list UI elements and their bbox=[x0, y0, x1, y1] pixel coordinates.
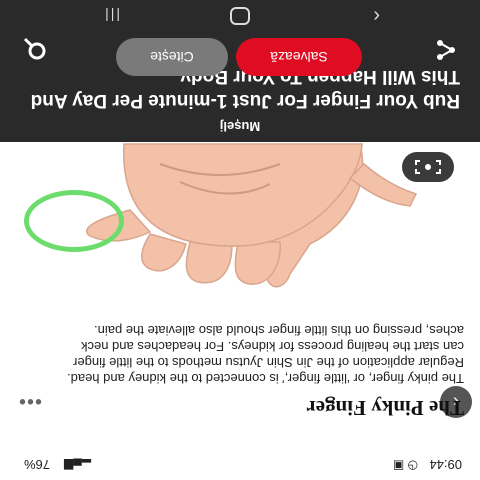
read-button[interactable]: Citește bbox=[116, 38, 228, 76]
search-icon bbox=[23, 37, 46, 60]
more-options-button[interactable]: ••• bbox=[18, 389, 42, 412]
clock: 09:44 bbox=[429, 457, 462, 472]
lens-scan-icon bbox=[415, 160, 441, 174]
article-body: The pinky finger, or ‘little finger,’ is… bbox=[67, 323, 464, 386]
nav-home-icon[interactable] bbox=[230, 7, 250, 25]
battery-level: 76% bbox=[24, 457, 51, 472]
status-bar: 09:44 ◷ ▣ ▂▄▆ 76% bbox=[0, 450, 480, 480]
lens-scan-button[interactable] bbox=[402, 152, 454, 182]
pin-header: Mușelj Rub Your Finger For Just 1-minute… bbox=[0, 30, 480, 142]
system-nav-bar: ‹ ||| bbox=[0, 0, 480, 30]
nav-recent-apps-icon[interactable]: ||| bbox=[102, 8, 120, 24]
nav-back-icon[interactable]: ‹ bbox=[362, 5, 380, 27]
hand-illustration bbox=[0, 142, 480, 304]
pin-headline: Rub Your Finger For Just 1-minute Per Da… bbox=[30, 66, 460, 111]
share-icon bbox=[437, 40, 455, 60]
rotated-screen: 09:44 ◷ ▣ ▂▄▆ 76% ‹ ••• The Pinky Finger… bbox=[0, 0, 480, 480]
article-title: The Pinky Finger bbox=[306, 396, 464, 420]
share-button[interactable] bbox=[434, 38, 458, 62]
pinky-highlight-ring bbox=[24, 190, 124, 252]
notification-icons: ◷ ▣ bbox=[392, 459, 418, 473]
save-button[interactable]: Salvează bbox=[236, 38, 362, 76]
signal-icon: ▂▄▆ bbox=[64, 459, 91, 473]
source-name: Mușelj bbox=[219, 119, 261, 134]
search-button[interactable] bbox=[22, 36, 48, 62]
